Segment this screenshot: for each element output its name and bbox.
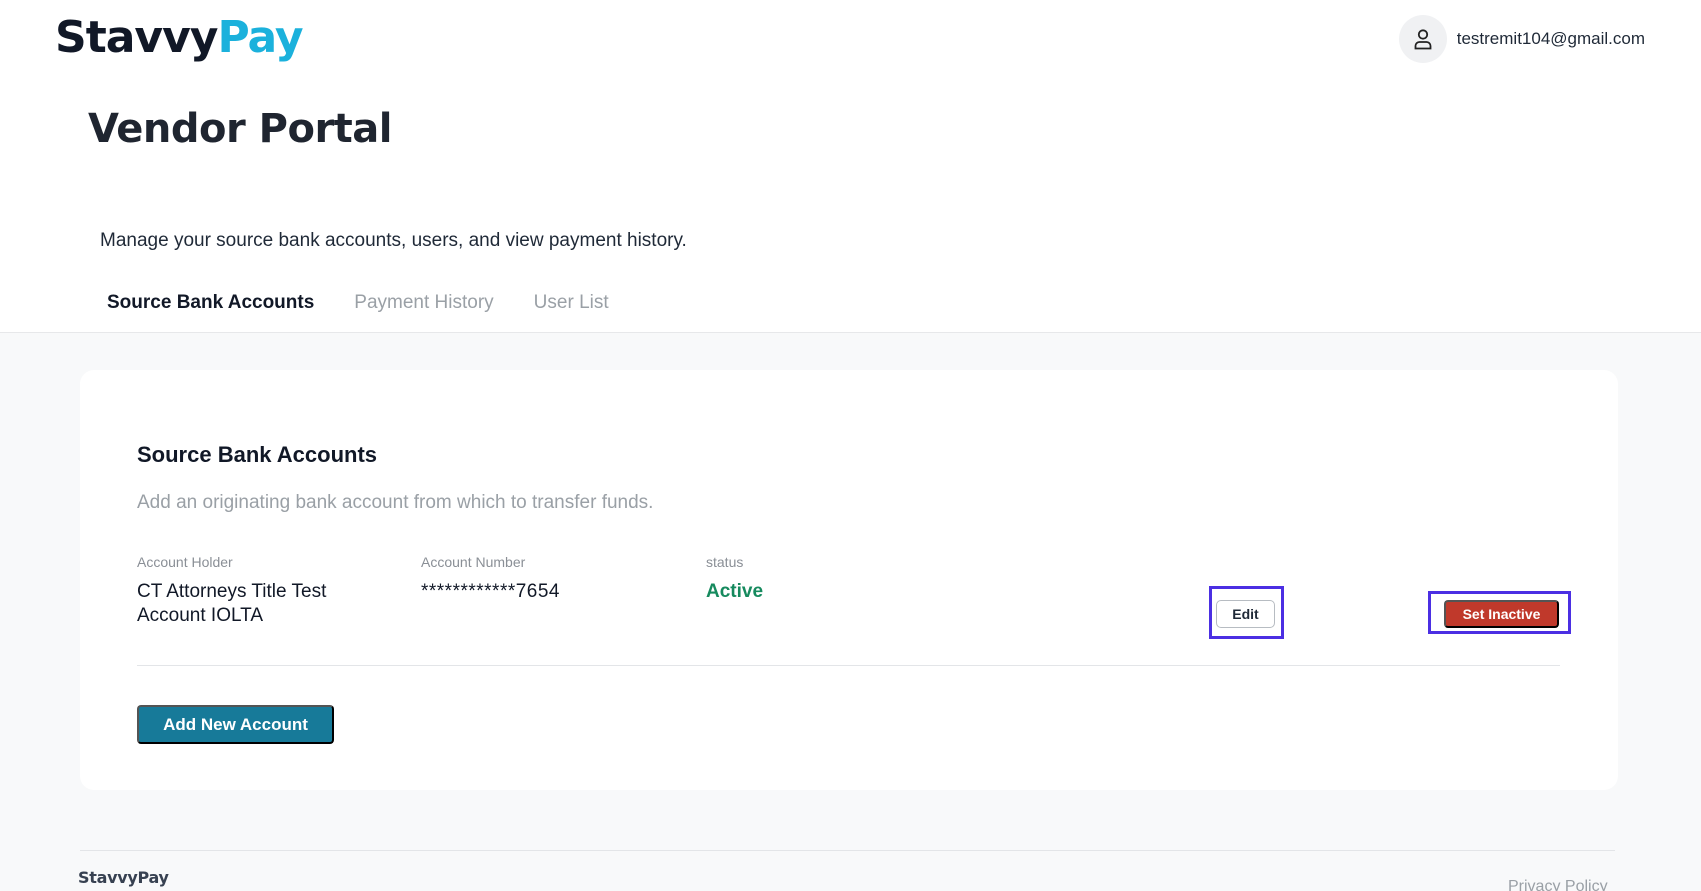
account-holder-value: CT Attorneys Title Test Account IOLTA: [137, 581, 327, 626]
page-description: Manage your source bank accounts, users,…: [100, 230, 687, 251]
set-inactive-button[interactable]: Set Inactive: [1444, 600, 1559, 628]
user-email: testremit104@gmail.com: [1456, 29, 1645, 48]
tab-user-list[interactable]: User List: [514, 278, 629, 336]
add-new-account-button[interactable]: Add New Account: [137, 705, 334, 744]
edit-button[interactable]: Edit: [1216, 600, 1275, 628]
account-number-value: ************7654: [421, 581, 560, 602]
status-badge: Active: [706, 581, 764, 602]
card-title: Source Bank Accounts: [137, 442, 378, 467]
footer-divider: [80, 850, 1615, 851]
status-label: status: [706, 554, 744, 570]
tab-source-bank-accounts[interactable]: Source Bank Accounts: [88, 278, 335, 336]
privacy-policy-link[interactable]: Privacy Policy: [1508, 878, 1608, 891]
top-header: StavvyPay testremit104@gmail.com: [0, 0, 1701, 80]
tab-bar: Source Bank Accounts Payment History Use…: [88, 278, 629, 336]
source-bank-accounts-card: Source Bank Accounts Add an originating …: [80, 370, 1618, 790]
page-title: Vendor Portal: [88, 106, 393, 152]
user-menu[interactable]: testremit104@gmail.com: [1398, 14, 1645, 64]
account-holder-label: Account Holder: [137, 554, 233, 570]
footer-logo: StavvyPay: [78, 868, 169, 887]
account-number-label: Account Number: [421, 554, 526, 570]
stavvypay-logo[interactable]: StavvyPay: [55, 12, 304, 64]
row-divider: [137, 665, 1560, 666]
user-icon[interactable]: [1398, 15, 1447, 63]
card-subtitle: Add an originating bank account from whi…: [137, 492, 654, 513]
tab-payment-history[interactable]: Payment History: [334, 278, 513, 336]
